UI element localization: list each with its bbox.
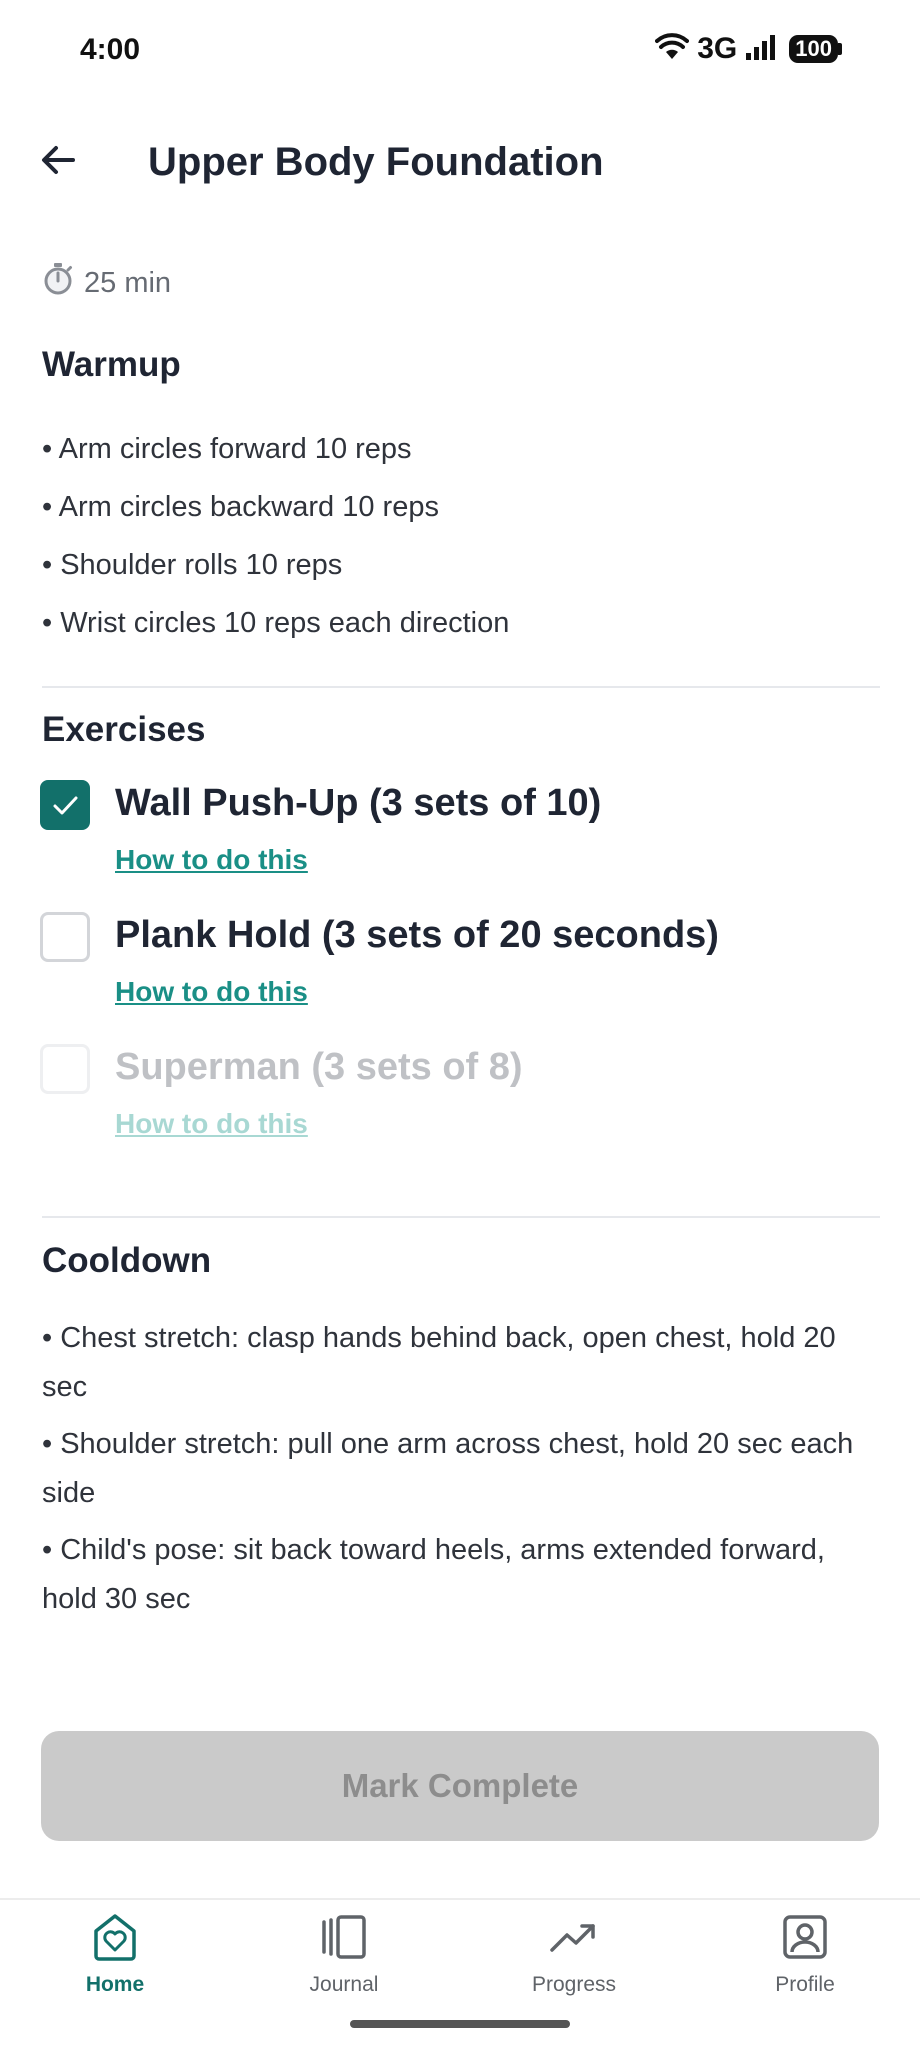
signal-icon: [745, 33, 781, 66]
battery-icon: 100: [789, 35, 842, 63]
warmup-item: • Shoulder rolls 10 reps: [42, 549, 343, 581]
exercise-item: Superman (3 sets of 8) How to do this: [40, 1044, 880, 1154]
nav-item-journal[interactable]: Journal: [264, 1912, 424, 2012]
arrow-left-icon: [38, 140, 78, 185]
nav-label-home: Home: [85, 1973, 145, 1996]
warmup-item: • Arm circles backward 10 reps: [42, 491, 439, 523]
nav-label-progress: Progress: [531, 1973, 617, 1996]
exercise-item: Plank Hold (3 sets of 20 seconds) How to…: [40, 912, 880, 1022]
journal-icon: [319, 1912, 369, 1967]
trending-up-icon: [549, 1912, 599, 1967]
nav-item-profile[interactable]: Profile: [725, 1912, 885, 2012]
cooldown-title: Cooldown: [42, 1241, 212, 1280]
checkmark-icon: [53, 796, 78, 815]
mark-complete-button[interactable]: Mark Complete: [41, 1731, 879, 1841]
duration-row: 25 min: [42, 262, 171, 304]
exercise-item: Wall Push-Up (3 sets of 10) How to do th…: [40, 780, 880, 890]
page-title: Upper Body Foundation: [148, 140, 604, 184]
cooldown-list: • Chest stretch: clasp hands behind back…: [42, 1314, 882, 1624]
exercise-checkbox[interactable]: [40, 780, 90, 830]
status-icons: 3G 100: [655, 32, 842, 66]
wifi-icon: [655, 32, 690, 66]
exercise-checkbox[interactable]: [40, 912, 90, 962]
network-type: 3G: [697, 32, 738, 65]
nav-label-journal: Journal: [309, 1973, 379, 1996]
warmup-list: • Arm circles forward 10 reps • Arm circ…: [42, 420, 882, 652]
exercise-name: Wall Push-Up (3 sets of 10): [115, 782, 602, 824]
home-heart-icon: [90, 1912, 140, 1967]
nav-label-profile: Profile: [775, 1973, 835, 1996]
profile-icon: [780, 1912, 830, 1967]
section-divider: [42, 686, 880, 688]
app-bar: Upper Body Foundation: [0, 112, 920, 212]
nav-item-home[interactable]: Home: [35, 1912, 195, 2012]
exercise-checkbox[interactable]: [40, 1044, 90, 1094]
exercises-title: Exercises: [42, 710, 206, 749]
back-button[interactable]: [28, 132, 88, 192]
warmup-item: • Arm circles forward 10 reps: [42, 433, 412, 465]
warmup-title: Warmup: [42, 345, 181, 384]
home-indicator: [350, 2020, 570, 2028]
status-time: 4:00: [80, 33, 141, 66]
exercise-name: Plank Hold (3 sets of 20 seconds): [115, 914, 719, 956]
battery-level: 100: [789, 35, 838, 63]
stopwatch-icon: [42, 262, 74, 304]
cooldown-item: • Chest stretch: clasp hands behind back…: [42, 1322, 836, 1403]
cooldown-item: • Child's pose: sit back toward heels, a…: [42, 1534, 825, 1615]
status-bar: 4:00 3G 100: [0, 0, 920, 105]
cooldown-item: • Shoulder stretch: pull one arm across …: [42, 1428, 854, 1509]
exercise-name: Superman (3 sets of 8): [115, 1046, 523, 1088]
how-to-link[interactable]: How to do this: [115, 976, 308, 1008]
how-to-link[interactable]: How to do this: [115, 844, 308, 876]
how-to-link[interactable]: How to do this: [115, 1108, 308, 1140]
duration-text: 25 min: [84, 266, 172, 299]
nav-item-progress[interactable]: Progress: [494, 1912, 654, 2012]
section-divider: [42, 1216, 880, 1218]
warmup-item: • Wrist circles 10 reps each direction: [42, 607, 510, 639]
